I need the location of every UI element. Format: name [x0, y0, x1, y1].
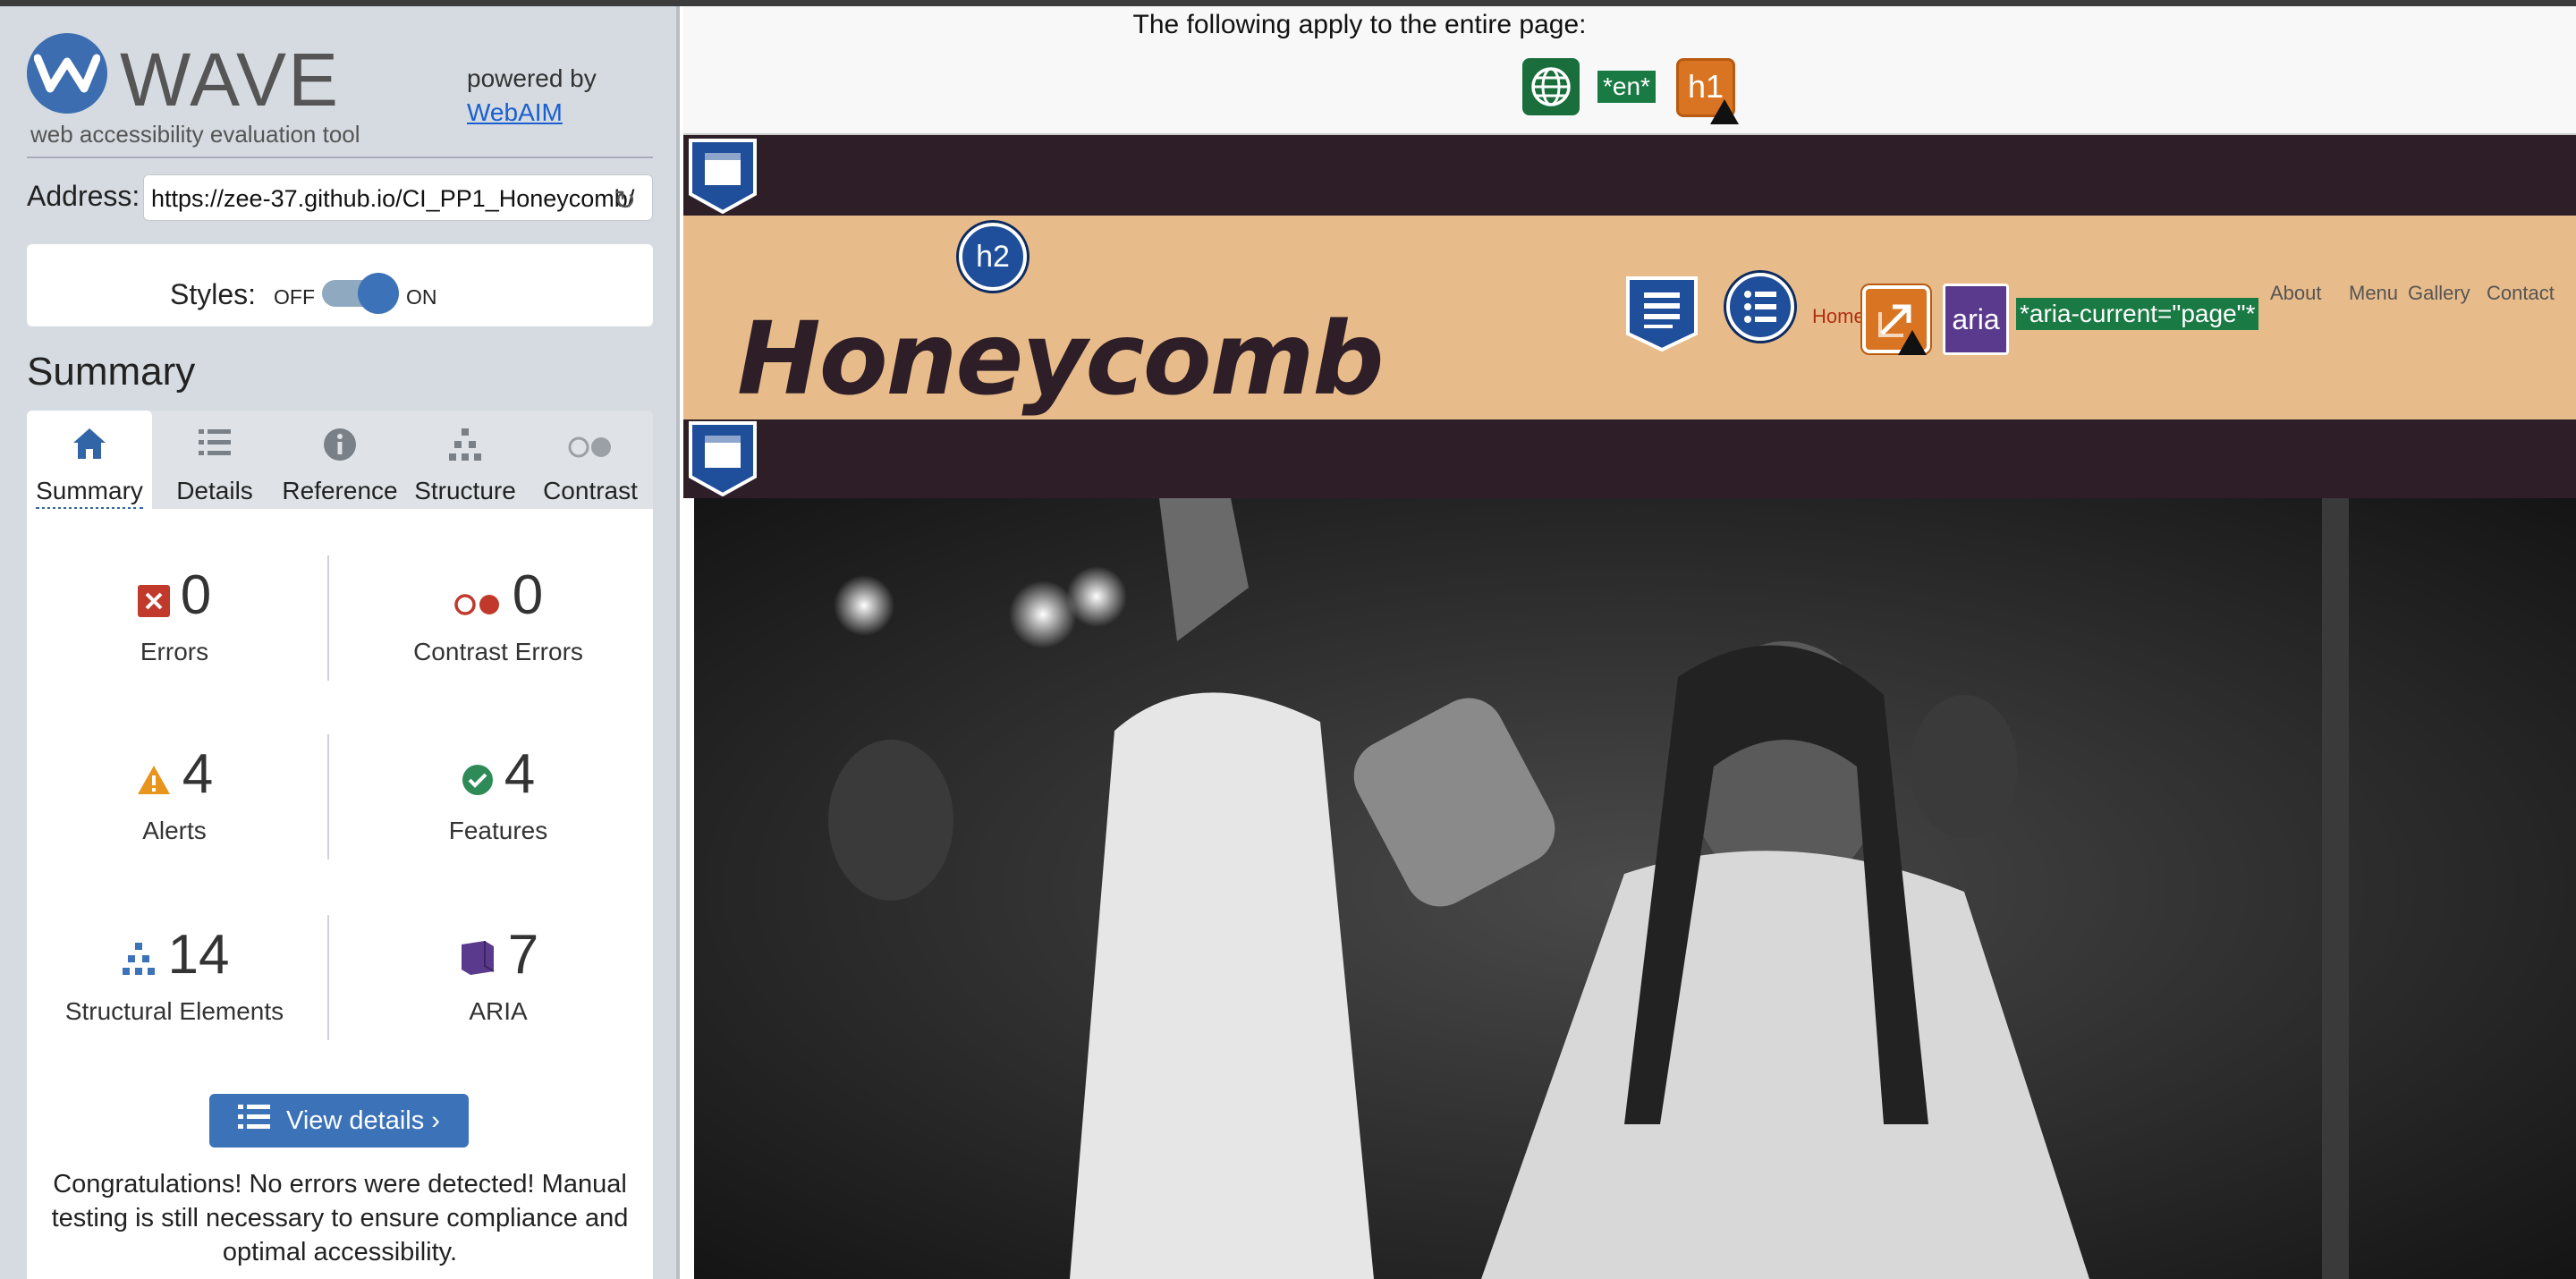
structure-icon: [120, 927, 157, 990]
tab-label: Summary: [36, 477, 143, 510]
summary-title: Summary: [27, 350, 196, 394]
structure-box-icon[interactable]: [687, 421, 758, 496]
reload-icon[interactable]: ↻: [614, 185, 636, 216]
page-preview: The following apply to the entire page: …: [683, 6, 2576, 1279]
features-count: 4: [504, 743, 536, 805]
h2-badge-icon[interactable]: h2: [959, 223, 1027, 291]
features-label: Features: [448, 816, 548, 844]
contrast-errors-count: 0: [512, 564, 544, 626]
nav-contact-link[interactable]: Contact: [2487, 282, 2555, 305]
tab-reference[interactable]: Reference: [277, 411, 402, 509]
address-input[interactable]: https://zee-37.github.io/CI_PP1_Honeycom…: [143, 174, 653, 221]
view-details-label: View details ›: [286, 1106, 440, 1135]
styles-label: Styles:: [170, 278, 257, 310]
navigation-structure-icon[interactable]: [1624, 276, 1699, 352]
warning-icon: [1898, 330, 1927, 355]
nav-home-link[interactable]: Home: [1812, 305, 1865, 328]
divider: [327, 555, 329, 681]
styles-toggle-knob[interactable]: [358, 273, 399, 314]
apply-text: The following apply to the entire page:: [1132, 10, 1587, 39]
hero-image: [694, 498, 2576, 1279]
errors-label: Errors: [140, 637, 209, 665]
view-details-button[interactable]: View details ›: [209, 1094, 469, 1148]
stat-contrast-errors[interactable]: 0 Contrast Errors: [351, 564, 646, 666]
congrats-message: Congratulations! No errors were detected…: [51, 1170, 629, 1266]
info-icon: [277, 427, 402, 468]
app-tagline: web accessibility evaluation tool: [30, 121, 360, 148]
divider: [327, 734, 329, 860]
tab-summary[interactable]: Summary: [27, 411, 152, 510]
structure-box-icon[interactable]: [687, 139, 758, 214]
tab-label: Contrast: [543, 477, 638, 504]
tab-label: Details: [176, 477, 253, 504]
webaim-link[interactable]: WebAIM: [467, 96, 597, 130]
page-top-band: [683, 135, 2576, 216]
stat-structural[interactable]: 14 Structural Elements: [27, 924, 322, 1026]
stat-errors[interactable]: 0 Errors: [27, 564, 322, 666]
stat-alerts[interactable]: 4 Alerts: [27, 743, 322, 845]
aria-current-badge[interactable]: *aria-current="page"*: [2016, 298, 2259, 330]
error-icon: [137, 568, 170, 631]
page-level-icons-bar: The following apply to the entire page: …: [683, 6, 2576, 135]
aria-count: 7: [507, 924, 539, 986]
powered-by: powered by WebAIM: [467, 62, 597, 130]
aria-badge-icon[interactable]: aria: [1943, 284, 2009, 355]
home-icon: [27, 427, 152, 468]
contrast-error-icon: [453, 568, 502, 631]
aria-icon: [458, 927, 497, 990]
structure-icon: [402, 427, 528, 468]
contrast-errors-label: Contrast Errors: [413, 637, 583, 665]
nav-about-link[interactable]: About: [2270, 282, 2322, 305]
globe-icon[interactable]: [1522, 58, 1580, 115]
nav-menu-link[interactable]: Menu: [2349, 282, 2398, 305]
address-label: Address:: [27, 180, 140, 212]
alerts-label: Alerts: [142, 816, 207, 844]
structural-label: Structural Elements: [64, 996, 284, 1025]
tab-structure[interactable]: Structure: [402, 411, 528, 509]
site-title: Honeycomb: [737, 301, 1385, 418]
tab-details[interactable]: Details: [152, 411, 277, 509]
tab-contrast[interactable]: Contrast: [528, 411, 653, 509]
warning-icon: [1710, 99, 1739, 124]
wave-logo-icon: [27, 33, 107, 114]
feature-check-icon: [462, 747, 494, 809]
summary-panel: 0 Errors 0 Contrast Errors 4 Alerts 4 Fe…: [27, 509, 653, 1279]
list-icon: [238, 1095, 271, 1148]
stat-aria[interactable]: 7 ARIA: [351, 924, 646, 1026]
powered-by-text: powered by: [467, 64, 597, 92]
tab-label: Structure: [414, 477, 516, 504]
alerts-count: 4: [182, 743, 214, 805]
language-badge[interactable]: *en*: [1597, 71, 1656, 103]
tab-label: Reference: [282, 477, 398, 504]
styles-card: Styles: OFF ON: [27, 244, 653, 326]
aria-badge-label: aria: [1952, 303, 2000, 335]
list-feature-icon[interactable]: [1726, 273, 1794, 341]
app-name: WAVE: [120, 38, 341, 122]
tab-bar: Summary Details Reference Structure Cont…: [27, 411, 653, 510]
divider: [327, 915, 329, 1040]
alert-icon: [136, 747, 172, 809]
window-top-strip: [0, 0, 2576, 6]
h2-badge-label: h2: [976, 240, 1010, 274]
wave-sidebar: WAVE web accessibility evaluation tool p…: [0, 6, 680, 1279]
aria-label: ARIA: [469, 996, 528, 1025]
divider: [27, 157, 653, 158]
contrast-icon: [528, 427, 653, 468]
styles-off-label: OFF: [274, 285, 315, 309]
errors-count: 0: [180, 564, 212, 626]
nav-gallery-link[interactable]: Gallery: [2408, 282, 2470, 305]
list-icon: [152, 427, 277, 468]
stat-features[interactable]: 4 Features: [351, 743, 646, 845]
hero-top-band: [683, 419, 2576, 498]
structural-count: 14: [167, 924, 230, 986]
styles-on-label: ON: [406, 285, 437, 309]
